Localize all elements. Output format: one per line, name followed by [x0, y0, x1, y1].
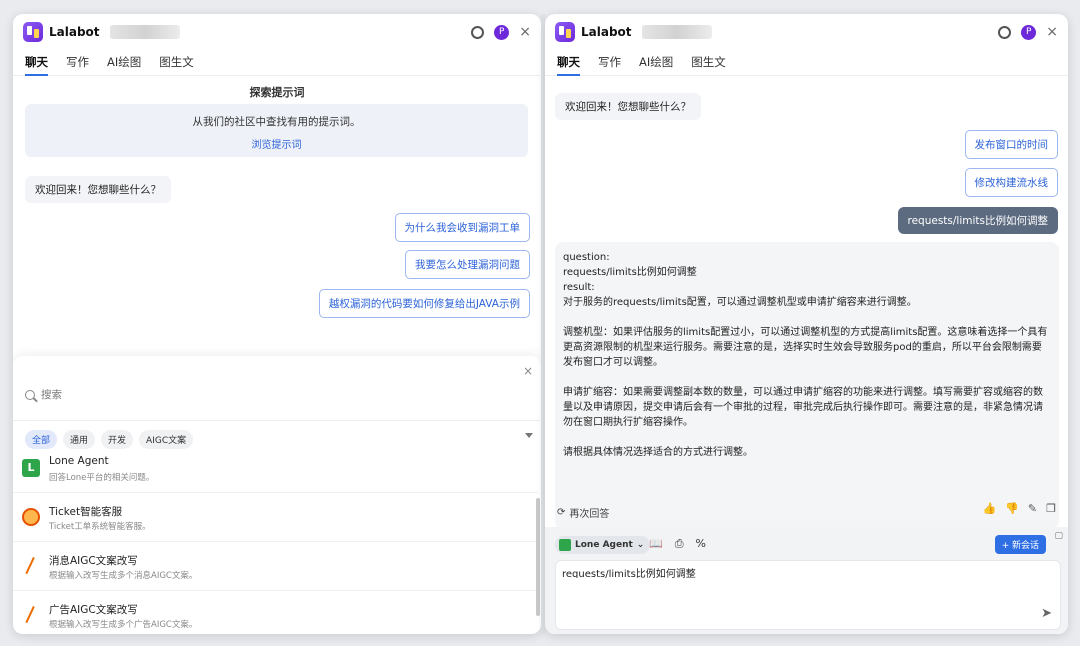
- tab-chat[interactable]: 聊天: [557, 50, 580, 76]
- answer-actions: 👍 👎 ✎ ❐: [983, 502, 1057, 515]
- edit-icon[interactable]: ✎: [1028, 502, 1037, 515]
- agent-name: 消息AIGC文案改写: [49, 555, 138, 567]
- agent-picker-drawer: × 全部 通用 开发 AIGC文案 Lone Agent 回答Lone平台的相关…: [13, 356, 541, 634]
- close-icon[interactable]: ×: [1046, 24, 1058, 40]
- refresh-icon: ⟳: [557, 507, 566, 518]
- chevron-down-icon[interactable]: [525, 433, 533, 438]
- suggestion-chip[interactable]: 为什么我会收到漏洞工单: [394, 213, 530, 242]
- chat-input-box: ➤: [555, 560, 1061, 630]
- profile-badge-icon[interactable]: P: [1021, 24, 1037, 40]
- answer-line: 对于服务的requests/limits配置，可以通过调整机型或申请扩缩容来进行…: [563, 297, 917, 308]
- browse-prompts-link[interactable]: 浏览提示词: [25, 136, 528, 151]
- agent-name: 广告AIGC文案改写: [49, 604, 138, 616]
- app-title: Lalabot: [49, 25, 100, 39]
- tab-writing[interactable]: 写作: [66, 50, 89, 76]
- percent-icon[interactable]: %: [696, 537, 706, 551]
- tab-writing[interactable]: 写作: [598, 50, 621, 76]
- right-chat-panel: Lalabot P × 聊天 写作 AI绘图 图生文 欢迎回来！您想聊些什么？ …: [545, 14, 1068, 634]
- explore-prompts-card: 从我们的社区中查找有用的提示词。 浏览提示词: [25, 104, 528, 157]
- tab-bar: 聊天 写作 AI绘图 图生文: [545, 50, 1068, 76]
- answer-line: question:: [563, 252, 610, 263]
- suggestion-chip[interactable]: 修改构建流水线: [964, 168, 1058, 197]
- settings-gear-icon[interactable]: [471, 25, 485, 39]
- regenerate-label: 再次回答: [569, 509, 610, 520]
- agent-list-item[interactable]: Ticket智能客服 Ticket工单系统智能客服。: [13, 494, 538, 542]
- feedback-icon[interactable]: ▢: [1054, 531, 1063, 541]
- send-icon[interactable]: ➤: [1041, 606, 1052, 621]
- suggestion-chip[interactable]: 发布窗口的时间: [964, 130, 1058, 159]
- pen-icon: [25, 605, 37, 625]
- agent-desc: 回答Lone平台的相关问题。: [49, 473, 155, 483]
- ticket-robot-icon: [22, 508, 40, 526]
- chevron-down-icon: ⌄: [636, 540, 645, 550]
- search-icon: [25, 390, 35, 400]
- agent-list-item[interactable]: 广告AIGC文案改写 根据输入改写生成多个广告AIGC文案。: [13, 592, 538, 634]
- tab-ai-drawing[interactable]: AI绘图: [107, 50, 141, 76]
- agent-list-item[interactable]: Lone Agent 回答Lone平台的相关问题。: [13, 445, 538, 493]
- app-title: Lalabot: [581, 25, 632, 39]
- answer-line: requests/limits比例如何调整: [563, 267, 697, 278]
- answer-paragraph: 调整机型：如果评估服务的limits配置过小，可以通过调整机型的方式提高limi…: [563, 327, 1048, 368]
- pen-icon: [25, 556, 37, 576]
- close-icon[interactable]: ×: [519, 24, 531, 40]
- bot-answer: question: requests/limits比例如何调整 result: …: [555, 242, 1059, 529]
- thumbs-down-icon[interactable]: 👎: [1005, 502, 1019, 515]
- header: Lalabot P ×: [13, 14, 541, 50]
- divider: [13, 420, 541, 421]
- tab-bar: 聊天 写作 AI绘图 图生文: [13, 50, 541, 76]
- tab-ai-drawing[interactable]: AI绘图: [639, 50, 673, 76]
- lone-agent-icon: [559, 539, 571, 551]
- copy-icon[interactable]: ❐: [1046, 502, 1056, 515]
- book-icon[interactable]: 📖: [649, 537, 663, 551]
- export-icon[interactable]: ⎙: [675, 537, 684, 551]
- chat-input[interactable]: [562, 567, 1032, 578]
- settings-gear-icon[interactable]: [998, 25, 1012, 39]
- drawer-close-icon[interactable]: ×: [523, 364, 533, 378]
- welcome-message: 欢迎回来！您想聊些什么？: [25, 176, 171, 203]
- lalabot-logo-icon: [555, 22, 575, 42]
- scrollbar[interactable]: [536, 498, 540, 616]
- user-message: requests/limits比例如何调整: [897, 207, 1058, 234]
- thumbs-up-icon[interactable]: 👍: [983, 502, 997, 515]
- header: Lalabot P ×: [545, 14, 1068, 50]
- agent-list-item[interactable]: 消息AIGC文案改写 根据输入改写生成多个消息AIGC文案。: [13, 543, 538, 591]
- left-chat-panel: Lalabot P × 聊天 写作 AI绘图 图生文 探索提示词 从我们的社区中…: [13, 14, 541, 634]
- redacted-user-info: [641, 25, 712, 39]
- suggestion-chip[interactable]: 我要怎么处理漏洞问题: [405, 250, 530, 279]
- answer-paragraph: 申请扩缩容：如果需要调整副本数的数量，可以通过申请扩缩容的功能来进行调整。填写需…: [563, 387, 1043, 428]
- tab-image-to-text[interactable]: 图生文: [159, 50, 194, 76]
- composer-tools: 📖 ⎙ %: [649, 537, 706, 551]
- composer: Lone Agent ⌄ 📖 ⎙ % + 新会话 ▢ ➤: [545, 527, 1068, 634]
- agent-select-label: Lone Agent: [575, 540, 633, 550]
- suggestion-chip[interactable]: 越权漏洞的代码要如何修复给出JAVA示例: [318, 289, 530, 318]
- welcome-message: 欢迎回来！您想聊些什么？: [555, 93, 701, 120]
- lalabot-logo-icon: [23, 22, 43, 42]
- agent-desc: 根据输入改写生成多个广告AIGC文案。: [49, 620, 198, 630]
- profile-badge-icon[interactable]: P: [494, 24, 510, 40]
- answer-line: result:: [563, 282, 595, 293]
- agent-name: Lone Agent: [49, 455, 109, 467]
- answer-paragraph: 请根据具体情况选择适合的方式进行调整。: [563, 447, 753, 458]
- agent-search: [25, 384, 530, 406]
- tab-image-to-text[interactable]: 图生文: [691, 50, 726, 76]
- regenerate-button[interactable]: ⟳ 再次回答: [557, 505, 609, 520]
- agent-select[interactable]: Lone Agent ⌄: [555, 536, 651, 554]
- agent-desc: Ticket工单系统智能客服。: [49, 522, 151, 532]
- agent-desc: 根据输入改写生成多个消息AIGC文案。: [49, 571, 198, 581]
- explore-prompts-title: 探索提示词: [249, 86, 305, 99]
- tab-chat[interactable]: 聊天: [25, 50, 48, 76]
- redacted-user-info: [109, 25, 180, 39]
- explore-prompts-desc: 从我们的社区中查找有用的提示词。: [192, 116, 361, 128]
- lone-agent-icon: [22, 459, 40, 477]
- search-input[interactable]: [41, 389, 441, 401]
- agent-name: Ticket智能客服: [49, 506, 123, 518]
- new-chat-button[interactable]: + 新会话: [994, 535, 1046, 554]
